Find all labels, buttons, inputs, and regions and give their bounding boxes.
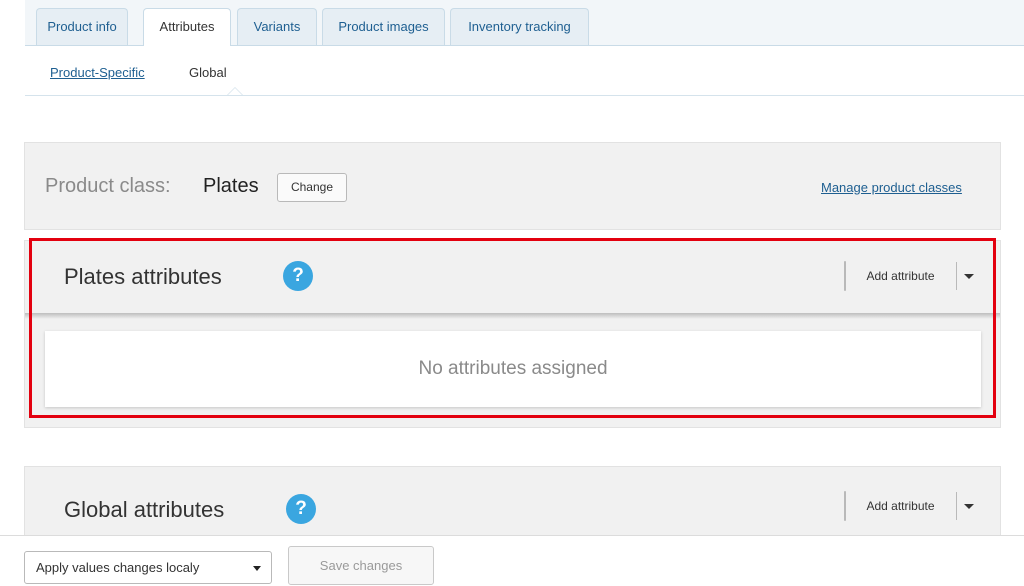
- select-arrow-icon: [253, 566, 261, 571]
- empty-attributes-message: No attributes assigned: [45, 331, 981, 407]
- product-class-panel: Product class: Plates Change Manage prod…: [24, 142, 1001, 230]
- plates-attributes-panel: Plates attributes ? Add attribute No att…: [24, 240, 1001, 428]
- subtab-global[interactable]: Global: [189, 65, 227, 80]
- change-class-button[interactable]: Change: [277, 173, 347, 202]
- save-changes-button[interactable]: Save changes: [288, 546, 434, 585]
- tab-product-images[interactable]: Product images: [322, 8, 445, 45]
- add-attribute-button[interactable]: Add attribute: [845, 492, 957, 520]
- plates-attributes-title: Plates attributes: [64, 264, 222, 289]
- tab-product-info[interactable]: Product info: [36, 8, 128, 45]
- tab-variants[interactable]: Variants: [237, 8, 317, 45]
- product-class-value: Plates: [203, 175, 259, 197]
- attribute-subtabs: Product-Specific Global: [25, 46, 1024, 96]
- apply-values-select[interactable]: Apply values changes localy: [24, 551, 272, 584]
- global-attributes-title: Global attributes: [64, 497, 225, 522]
- add-attribute-group: Add attribute: [844, 491, 974, 521]
- chevron-down-icon[interactable]: [956, 492, 982, 520]
- tab-inventory-tracking[interactable]: Inventory tracking: [450, 8, 589, 45]
- add-attribute-button[interactable]: Add attribute: [845, 262, 957, 290]
- active-subtab-caret: [227, 87, 243, 95]
- product-class-label: Product class:: [45, 175, 171, 197]
- global-attributes-panel: Global attributes ? Add attribute: [24, 466, 1001, 546]
- tab-attributes[interactable]: Attributes: [143, 8, 231, 46]
- chevron-down-icon[interactable]: [956, 262, 982, 290]
- bottom-action-bar: Apply values changes localy Save changes: [0, 535, 1024, 586]
- product-tabs: Product info Attributes Variants Product…: [25, 0, 1024, 46]
- manage-product-classes-link[interactable]: Manage product classes: [821, 180, 962, 195]
- add-attribute-group: Add attribute: [844, 261, 974, 291]
- apply-values-select-value: Apply values changes localy: [36, 560, 200, 575]
- subtab-product-specific[interactable]: Product-Specific: [50, 65, 145, 80]
- help-icon[interactable]: ?: [283, 261, 313, 291]
- panel-header-divider: [25, 313, 1000, 319]
- help-icon[interactable]: ?: [286, 494, 316, 524]
